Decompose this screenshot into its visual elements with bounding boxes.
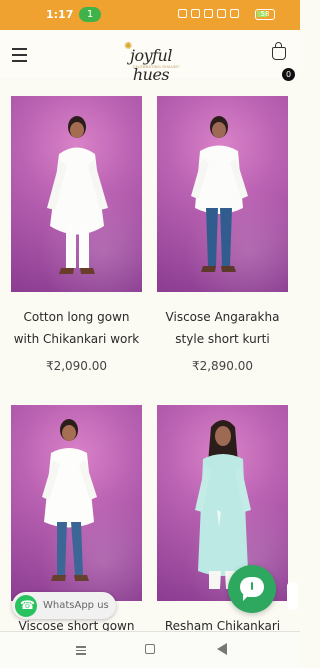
product-image[interactable] bbox=[157, 96, 288, 292]
status-time: 1:17 bbox=[46, 8, 74, 21]
product-title[interactable]: Viscose Angarakha style short kurti bbox=[157, 306, 288, 350]
status-bar: 1:17 1 58 bbox=[0, 0, 300, 30]
status-icons bbox=[178, 9, 239, 18]
model-photo bbox=[191, 116, 248, 272]
whatsapp-button[interactable]: WhatsApp us bbox=[12, 592, 116, 619]
brand-logo[interactable]: ✺ joyful hues CELEBRATING SHAUNT bbox=[114, 41, 188, 84]
brand-tagline: CELEBRATING SHAUNT bbox=[132, 64, 180, 69]
product-grid: Cotton long gown with Chikankari work ₹2… bbox=[0, 78, 300, 643]
vibrate-icon bbox=[217, 9, 226, 18]
battery-icon: 58 bbox=[255, 9, 275, 20]
model-photo bbox=[47, 116, 108, 274]
wifi-icon bbox=[230, 9, 239, 18]
cart-icon[interactable] bbox=[272, 42, 286, 60]
bluetooth-icon bbox=[204, 9, 213, 18]
alarm-icon bbox=[191, 9, 200, 18]
product-image[interactable] bbox=[11, 405, 142, 601]
android-navigation-bar bbox=[0, 631, 300, 668]
notification-count-pill: 1 bbox=[79, 7, 101, 22]
menu-icon[interactable] bbox=[12, 48, 27, 66]
product-title[interactable]: Cotton long gown with Chikankari work bbox=[11, 306, 142, 350]
model-photo bbox=[42, 419, 97, 581]
whatsapp-icon bbox=[15, 594, 37, 617]
whatsapp-label: WhatsApp us bbox=[43, 600, 109, 611]
chat-bubble-mark bbox=[251, 582, 253, 590]
chat-button[interactable] bbox=[228, 565, 276, 613]
back-icon[interactable] bbox=[217, 643, 227, 655]
product-image[interactable] bbox=[11, 96, 142, 292]
recent-apps-icon[interactable] bbox=[76, 644, 86, 657]
side-tab[interactable] bbox=[287, 582, 298, 610]
home-icon[interactable] bbox=[145, 644, 155, 654]
product-price: ₹2,890.00 bbox=[191, 359, 254, 373]
site-header: ✺ joyful hues CELEBRATING SHAUNT 0 bbox=[0, 30, 300, 84]
notification-icon bbox=[178, 9, 187, 18]
product-price: ₹2,090.00 bbox=[45, 359, 108, 373]
